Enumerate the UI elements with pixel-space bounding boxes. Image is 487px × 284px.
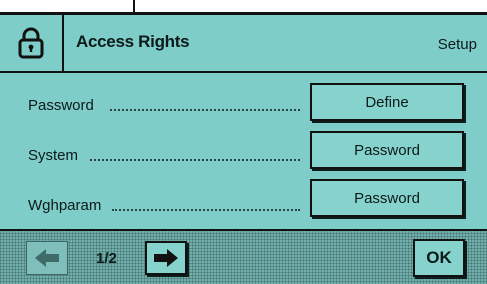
row-label: Wghparam xyxy=(28,197,102,214)
lock-cell xyxy=(0,15,64,71)
page-indicator: 1/2 xyxy=(96,250,117,267)
dot-leader xyxy=(112,209,300,211)
screen: Access Rights Setup Password Define Syst… xyxy=(0,0,487,284)
header-bar: Access Rights Setup xyxy=(0,15,487,73)
setting-row-password: Password Define xyxy=(0,77,487,127)
footer-bar: 1/2 OK xyxy=(0,229,487,284)
row-label: Password xyxy=(28,97,94,114)
next-page-button[interactable] xyxy=(145,241,187,275)
previous-page-button[interactable] xyxy=(26,241,68,275)
setting-row-wghparam: Wghparam Password xyxy=(0,177,487,227)
define-password-button[interactable]: Define xyxy=(310,83,464,121)
wghparam-password-button[interactable]: Password xyxy=(310,179,464,217)
dot-leader xyxy=(90,159,300,161)
padlock-icon xyxy=(18,27,44,59)
system-password-button[interactable]: Password xyxy=(310,131,464,169)
arrow-right-icon xyxy=(154,249,178,267)
row-label: System xyxy=(28,147,79,164)
setting-row-system: System Password xyxy=(0,127,487,177)
ok-button[interactable]: OK xyxy=(413,239,465,277)
arrow-left-icon xyxy=(35,249,59,267)
page-title: Access Rights xyxy=(76,32,190,51)
dot-leader xyxy=(110,109,300,111)
context-label: Setup xyxy=(437,36,477,53)
lcd-panel: Access Rights Setup Password Define Syst… xyxy=(0,14,487,284)
